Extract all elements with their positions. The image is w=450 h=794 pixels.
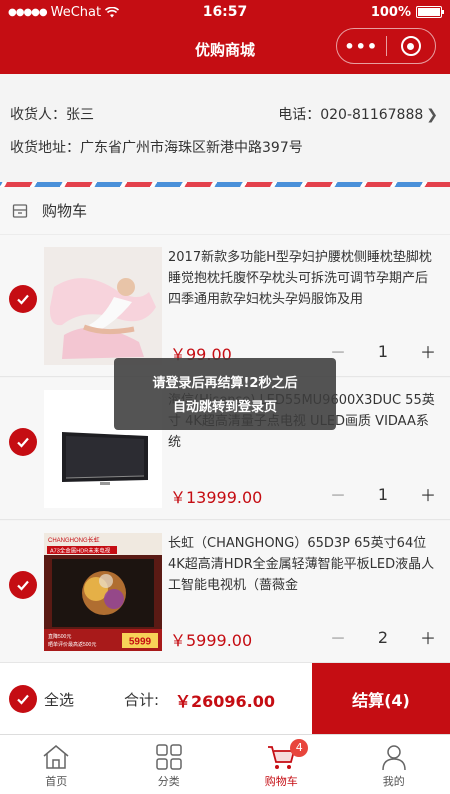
thumb-promo-2: 晒单评价最高返500元 — [48, 641, 96, 648]
tab-bar: 首页 分类 4 购物车 我的 — [0, 734, 450, 794]
check-icon — [17, 294, 29, 305]
miniprogram-capsule: ••• — [336, 28, 436, 64]
product-image-changhong-tv[interactable]: CHANGHONG长虹 A73全金属HDR未来电视 直降500元 晒单评价最高返… — [44, 533, 162, 651]
login-toast: 请登录后再结算!2秒之后 自动跳转到登录页 — [114, 358, 336, 430]
toast-line-2: 自动跳转到登录页 — [172, 400, 277, 415]
status-time: 16:57 — [202, 4, 248, 20]
cart-item: 2017新款多功能H型孕妇护腰枕侧睡枕垫脚枕睡觉抱枕托腹怀孕枕头可拆洗可调节孕期… — [0, 235, 450, 377]
chevron-right-icon: ❯ — [426, 107, 438, 123]
cart-title: 购物车 — [42, 202, 88, 220]
wifi-icon — [105, 6, 120, 17]
receiver-phone-row: 电话：020-81167888 ❯ — [278, 104, 438, 124]
item-checkbox[interactable] — [9, 285, 37, 313]
quantity-stepper: － 2 ＋ — [328, 625, 438, 649]
receiver-address: 收货地址：广东省广州市海珠区新港中路397号 — [10, 140, 303, 156]
quantity-value: 1 — [377, 341, 389, 361]
close-miniprogram-button[interactable] — [387, 36, 436, 56]
tab-home[interactable]: 首页 — [0, 735, 113, 794]
tab-cart[interactable]: 4 购物车 — [225, 735, 338, 794]
select-all-label[interactable]: 全选 — [44, 689, 74, 710]
product-price: ￥5999.00 — [170, 631, 253, 650]
address-section[interactable]: 收货人：张三 电话：020-81167888 ❯ 收货地址：广东省广州市海珠区新港… — [0, 74, 450, 182]
tab-label: 购物车 — [264, 775, 298, 788]
category-grid-icon — [156, 744, 182, 770]
tab-profile[interactable]: 我的 — [338, 735, 450, 794]
more-icon[interactable]: ••• — [337, 37, 386, 56]
receiver-phone: 电话：020-81167888 — [278, 107, 424, 123]
increment-button[interactable]: ＋ — [418, 625, 438, 649]
quantity-stepper: － 1 ＋ — [328, 482, 438, 506]
decrement-button[interactable]: － — [328, 625, 348, 649]
total-label: 合计: — [124, 691, 160, 709]
nav-bar: 优购商城 ••• — [0, 24, 450, 74]
check-icon — [17, 437, 29, 448]
cart-header: 购物车 — [0, 187, 450, 235]
decrement-button[interactable]: － — [328, 482, 348, 506]
quantity-value: 1 — [377, 484, 389, 504]
product-price: ￥13999.00 — [170, 488, 263, 507]
check-icon — [17, 580, 29, 591]
item-checkbox[interactable] — [9, 428, 37, 456]
thumb-price-tag: 5999 — [129, 637, 152, 648]
tab-label: 分类 — [157, 775, 180, 788]
thumb-brand: CHANGHONG长虹 — [48, 536, 100, 544]
user-icon — [382, 745, 406, 771]
increment-button[interactable]: ＋ — [418, 482, 438, 506]
battery-percent: 100% — [370, 4, 411, 20]
carrier-label: WeChat — [50, 4, 102, 20]
receiver-name: 收货人：张三 — [10, 107, 94, 123]
increment-button[interactable]: ＋ — [418, 339, 438, 363]
target-icon — [400, 36, 421, 56]
home-icon — [43, 745, 69, 769]
product-title[interactable]: 2017新款多功能H型孕妇护腰枕侧睡枕垫脚枕睡觉抱枕托腹怀孕枕头可拆洗可调节孕期… — [168, 247, 440, 310]
cart-footer: 全选 合计: ￥26096.00 结算(4) — [0, 662, 450, 735]
tab-label: 我的 — [382, 775, 405, 788]
thumb-promo-1: 直降500元 — [48, 633, 71, 640]
quantity-stepper: － 1 ＋ — [328, 339, 438, 363]
thumb-banner: A73全金属HDR未来电视 — [50, 547, 111, 555]
toast-line-1: 请登录后再结算!2秒之后 — [152, 376, 298, 391]
tab-label: 首页 — [45, 775, 68, 788]
page-title: 优购商城 — [194, 40, 255, 59]
cart-count-badge: 4 — [290, 739, 309, 757]
store-icon — [12, 203, 28, 218]
total-value: ￥26096.00 — [175, 692, 276, 711]
tab-category[interactable]: 分类 — [113, 735, 226, 794]
cart-item: CHANGHONG长虹 A73全金属HDR未来电视 直降500元 晒单评价最高返… — [0, 521, 450, 663]
checkout-button[interactable]: 结算(4) — [312, 663, 450, 735]
check-icon — [17, 694, 29, 705]
quantity-value: 2 — [377, 627, 389, 647]
product-image-pillow[interactable] — [44, 247, 162, 365]
item-checkbox[interactable] — [9, 571, 37, 599]
status-bar: ●●●●● WeChat 16:57 100% — [0, 0, 450, 24]
select-all-checkbox[interactable] — [9, 685, 37, 713]
signal-dots-icon: ●●●●● — [8, 6, 48, 18]
battery-icon — [416, 6, 444, 18]
product-title[interactable]: 长虹（CHANGHONG）65D3P 65英寸64位4K超高清HDR全金属轻薄智… — [168, 533, 440, 596]
